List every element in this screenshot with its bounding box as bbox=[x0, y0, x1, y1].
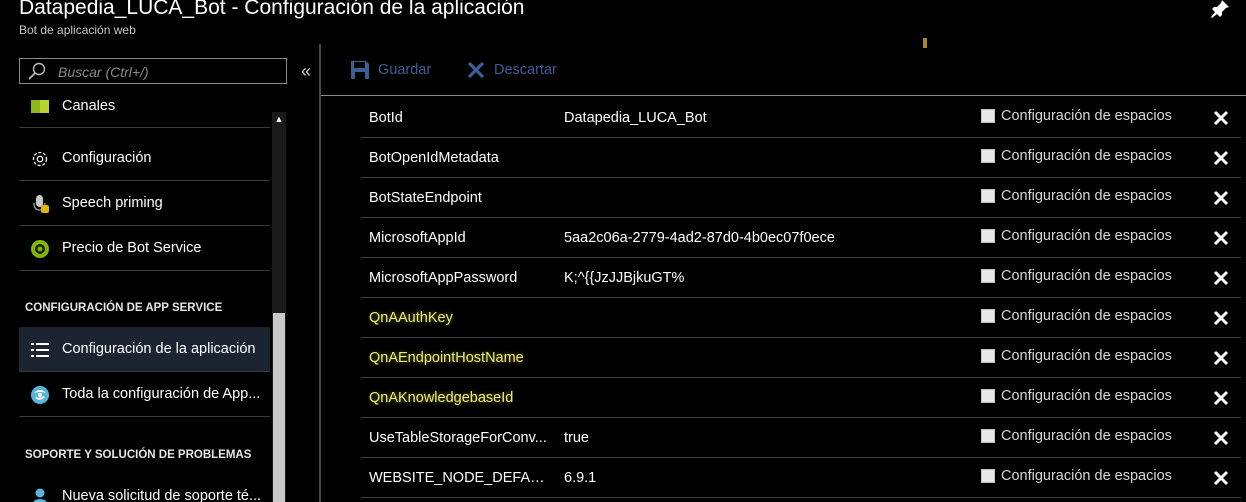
table-row[interactable]: MicrosoftAppId 5aa2c06a-2779-4ad2-87d0-4b… bbox=[361, 218, 1241, 258]
save-icon bbox=[350, 60, 370, 80]
sidebar-item-new-support-request[interactable]: Nueva solicitud de soporte té... bbox=[19, 474, 270, 502]
delete-icon[interactable] bbox=[1213, 350, 1229, 366]
app-service-icon bbox=[29, 384, 51, 406]
slot-setting-label: Configuración de espacios bbox=[1001, 268, 1172, 284]
table-row[interactable]: QnAAuthKey Configuración de espacios bbox=[361, 298, 1241, 338]
table-row[interactable]: BotStateEndpoint Configuración de espacio… bbox=[361, 178, 1241, 218]
pin-icon[interactable] bbox=[1210, 0, 1230, 18]
slot-setting-checkbox[interactable] bbox=[981, 269, 995, 283]
slot-setting-label: Configuración de espacios bbox=[1001, 108, 1172, 124]
page-subtitle: Bot de aplicación web bbox=[19, 23, 136, 37]
discard-button[interactable]: Descartar bbox=[466, 58, 576, 82]
main-content: Guardar Descartar BotId Datapedia_LUCA_Bo… bbox=[321, 38, 1246, 502]
table-row[interactable]: BotId Datapedia_LUCA_Bot Configuración de … bbox=[361, 98, 1241, 138]
slot-setting-checkbox[interactable] bbox=[981, 229, 995, 243]
save-button[interactable]: Guardar bbox=[350, 58, 440, 82]
slot-setting-checkbox[interactable] bbox=[981, 469, 995, 483]
delete-icon[interactable] bbox=[1213, 110, 1229, 126]
delete-icon[interactable] bbox=[1213, 310, 1229, 326]
setting-name[interactable]: MicrosoftAppId bbox=[369, 230, 466, 246]
sidebar-item-precio-bot-service[interactable]: Precio de Bot Service bbox=[19, 226, 270, 271]
speech-priming-icon bbox=[29, 193, 51, 215]
search-input[interactable] bbox=[58, 63, 278, 81]
discard-label: Descartar bbox=[494, 62, 557, 78]
setting-value[interactable]: 5aa2c06a-2779-4ad2-87d0-4b0ec07f0ece bbox=[564, 230, 835, 246]
sidebar-item-label: Configuración bbox=[62, 150, 152, 166]
support-person-icon bbox=[29, 486, 51, 502]
delete-icon[interactable] bbox=[1213, 190, 1229, 206]
table-row[interactable]: QnAKnowledgebaseId Configuración de espac… bbox=[361, 378, 1241, 418]
sidebar-item-configuracion[interactable]: Configuración bbox=[19, 136, 270, 181]
slot-setting-checkbox[interactable] bbox=[981, 349, 995, 363]
table-row[interactable]: MicrosoftAppPassword K;^{{JzJJBjkuGT% Conf… bbox=[361, 258, 1241, 298]
sidebar-item-label: Canales bbox=[62, 100, 116, 114]
gear-icon bbox=[29, 148, 51, 170]
search-box[interactable] bbox=[19, 58, 287, 84]
slot-setting-checkbox[interactable] bbox=[981, 149, 995, 163]
close-icon bbox=[466, 60, 486, 80]
table-row[interactable]: WEBSITE_NODE_DEFAULT... 6.9.1 Configuració… bbox=[361, 458, 1241, 498]
sidebar-item-label: Nueva solicitud de soporte té... bbox=[62, 488, 262, 502]
section-header-support: SOPORTE Y SOLUCIÓN DE PROBLEMAS bbox=[25, 449, 252, 461]
setting-name[interactable]: BotOpenIdMetadata bbox=[369, 150, 499, 166]
delete-icon[interactable] bbox=[1213, 230, 1229, 246]
slot-setting-label: Configuración de espacios bbox=[1001, 388, 1172, 404]
setting-value[interactable]: true bbox=[564, 430, 589, 446]
delete-icon[interactable] bbox=[1213, 270, 1229, 286]
setting-name[interactable]: BotStateEndpoint bbox=[369, 190, 482, 206]
toolbar: Guardar Descartar bbox=[321, 44, 1246, 96]
delete-icon[interactable] bbox=[1213, 150, 1229, 166]
blade-header: Datapedia_LUCA_Bot - Configuración de la… bbox=[0, 0, 1246, 44]
sidebar-item-label: Configuración de la aplicación bbox=[62, 341, 256, 357]
slot-setting-checkbox[interactable] bbox=[981, 189, 995, 203]
setting-name[interactable]: QnAAuthKey bbox=[369, 310, 453, 326]
setting-name[interactable]: QnAEndpointHostName bbox=[369, 350, 524, 366]
pricing-icon bbox=[29, 238, 51, 260]
sidebar-item-app-settings[interactable]: Configuración de la aplicación bbox=[19, 327, 270, 372]
setting-name[interactable]: QnAKnowledgebaseId bbox=[369, 390, 513, 406]
sidebar-item-speech-priming[interactable]: Speech priming bbox=[19, 181, 270, 226]
setting-value[interactable]: 6.9.1 bbox=[564, 470, 596, 486]
slot-setting-label: Configuración de espacios bbox=[1001, 308, 1172, 324]
list-icon bbox=[29, 339, 51, 361]
sidebar-item-label: Precio de Bot Service bbox=[62, 240, 202, 256]
setting-value[interactable]: Datapedia_LUCA_Bot bbox=[564, 110, 707, 126]
sidebar-scrollbar-thumb[interactable] bbox=[273, 313, 285, 502]
setting-name[interactable]: MicrosoftAppPassword bbox=[369, 270, 517, 286]
delete-icon[interactable] bbox=[1213, 390, 1229, 406]
slot-setting-label: Configuración de espacios bbox=[1001, 348, 1172, 364]
slot-setting-checkbox[interactable] bbox=[981, 389, 995, 403]
slot-setting-checkbox[interactable] bbox=[981, 429, 995, 443]
slot-setting-label: Configuración de espacios bbox=[1001, 428, 1172, 444]
setting-name[interactable]: BotId bbox=[369, 110, 403, 126]
slot-setting-checkbox[interactable] bbox=[981, 109, 995, 123]
table-row[interactable]: BotOpenIdMetadata Configuración de espaci… bbox=[361, 138, 1241, 178]
table-row[interactable]: UseTableStorageForConv... true Configuraci… bbox=[361, 418, 1241, 458]
delete-icon[interactable] bbox=[1213, 470, 1229, 486]
scroll-up-arrow-icon[interactable]: ▲ bbox=[272, 112, 286, 126]
sidebar-item-all-app-settings[interactable]: Toda la configuración de App... bbox=[19, 372, 270, 417]
sidebar-nav: Canales Configuración Speech priming Pre… bbox=[19, 100, 270, 502]
setting-value[interactable]: K;^{{JzJJBjkuGT% bbox=[564, 270, 684, 286]
table-row[interactable]: QnAEndpointHostName Configuración de espa… bbox=[361, 338, 1241, 378]
sidebar-item-canales[interactable]: Canales bbox=[19, 100, 270, 128]
setting-name[interactable]: WEBSITE_NODE_DEFAULT... bbox=[369, 470, 551, 486]
sidebar-item-label: Toda la configuración de App... bbox=[62, 386, 261, 402]
section-header-app-service: CONFIGURACIÓN DE APP SERVICE bbox=[25, 302, 223, 314]
slot-setting-label: Configuración de espacios bbox=[1001, 148, 1172, 164]
page-title: Datapedia_LUCA_Bot - Configuración de la… bbox=[19, 0, 525, 19]
collapse-sidebar-button[interactable]: « bbox=[296, 58, 316, 84]
slot-setting-checkbox[interactable] bbox=[981, 309, 995, 323]
slot-setting-label: Configuración de espacios bbox=[1001, 228, 1172, 244]
save-label: Guardar bbox=[378, 62, 432, 78]
delete-icon[interactable] bbox=[1213, 430, 1229, 446]
slot-setting-label: Configuración de espacios bbox=[1001, 188, 1172, 204]
setting-name[interactable]: UseTableStorageForConv... bbox=[369, 430, 547, 446]
channels-icon bbox=[29, 100, 51, 118]
slot-setting-label: Configuración de espacios bbox=[1001, 468, 1172, 484]
sidebar-item-label: Speech priming bbox=[62, 195, 163, 211]
search-icon bbox=[28, 62, 46, 80]
